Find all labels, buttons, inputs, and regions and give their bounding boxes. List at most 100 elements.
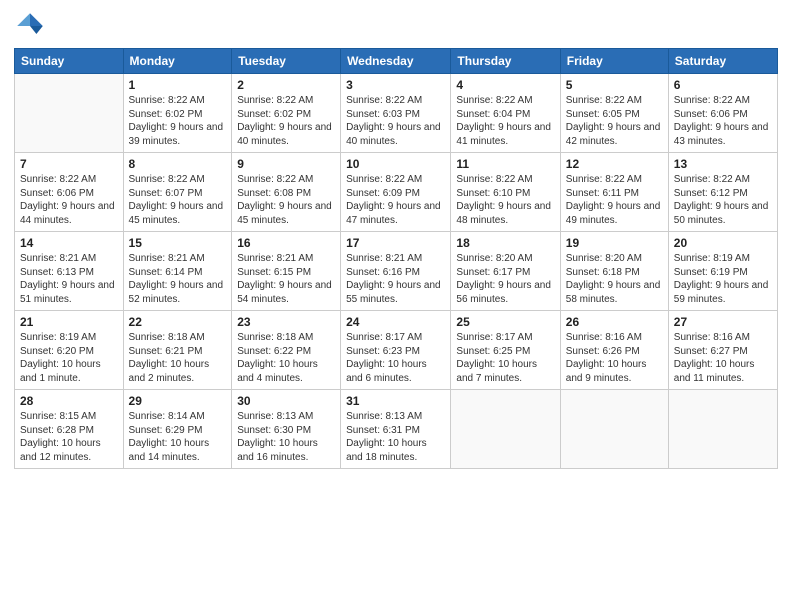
header	[14, 10, 778, 42]
calendar-cell: 10 Sunrise: 8:22 AMSunset: 6:09 PMDayligh…	[341, 153, 451, 232]
day-info: Sunrise: 8:17 AMSunset: 6:23 PMDaylight:…	[346, 331, 445, 385]
day-number: 8	[129, 157, 227, 171]
calendar-cell: 24 Sunrise: 8:17 AMSunset: 6:23 PMDayligh…	[341, 311, 451, 390]
day-number: 5	[566, 78, 663, 92]
header-row: SundayMondayTuesdayWednesdayThursdayFrid…	[15, 49, 778, 74]
day-info: Sunrise: 8:22 AMSunset: 6:04 PMDaylight:…	[456, 94, 554, 148]
calendar-week-row: 28Sunrise: 8:15 AMSunset: 6:28 PMDayligh…	[15, 390, 778, 469]
calendar-cell: 16 Sunrise: 8:21 AMSunset: 6:15 PMDayligh…	[232, 232, 341, 311]
calendar-cell: 19 Sunrise: 8:20 AMSunset: 6:18 PMDayligh…	[560, 232, 668, 311]
day-number: 9	[237, 157, 335, 171]
day-info: Sunrise: 8:22 AMSunset: 6:08 PMDaylight:…	[237, 173, 335, 227]
day-number: 14	[20, 236, 118, 250]
day-number: 24	[346, 315, 445, 329]
day-number: 28	[20, 394, 118, 408]
day-header: Tuesday	[232, 49, 341, 74]
calendar-cell: 7Sunrise: 8:22 AMSunset: 6:06 PMDaylight…	[15, 153, 124, 232]
page: SundayMondayTuesdayWednesdayThursdayFrid…	[0, 0, 792, 612]
day-number: 13	[674, 157, 772, 171]
calendar-cell: 29 Sunrise: 8:14 AMSunset: 6:29 PMDayligh…	[123, 390, 232, 469]
day-number: 23	[237, 315, 335, 329]
day-number: 17	[346, 236, 445, 250]
logo	[14, 10, 50, 42]
calendar-cell: 18Sunrise: 8:20 AMSunset: 6:17 PMDayligh…	[451, 232, 560, 311]
calendar-cell	[560, 390, 668, 469]
day-info: Sunrise: 8:17 AMSunset: 6:25 PMDaylight:…	[456, 331, 554, 385]
day-number: 26	[566, 315, 663, 329]
calendar-cell: 25 Sunrise: 8:17 AMSunset: 6:25 PMDayligh…	[451, 311, 560, 390]
day-info: Sunrise: 8:21 AMSunset: 6:13 PMDaylight:…	[20, 252, 118, 306]
day-info: Sunrise: 8:20 AMSunset: 6:18 PMDaylight:…	[566, 252, 663, 306]
calendar-cell: 4 Sunrise: 8:22 AMSunset: 6:04 PMDaylight…	[451, 74, 560, 153]
day-number: 27	[674, 315, 772, 329]
day-info: Sunrise: 8:13 AMSunset: 6:31 PMDaylight:…	[346, 410, 445, 464]
calendar-cell: 22 Sunrise: 8:18 AMSunset: 6:21 PMDayligh…	[123, 311, 232, 390]
day-info: Sunrise: 8:22 AMSunset: 6:02 PMDaylight:…	[129, 94, 227, 148]
day-info: Sunrise: 8:18 AMSunset: 6:21 PMDaylight:…	[129, 331, 227, 385]
calendar-cell: 1Sunrise: 8:22 AMSunset: 6:02 PMDaylight…	[123, 74, 232, 153]
day-info: Sunrise: 8:16 AMSunset: 6:26 PMDaylight:…	[566, 331, 663, 385]
day-number: 25	[456, 315, 554, 329]
calendar-cell: 23 Sunrise: 8:18 AMSunset: 6:22 PMDayligh…	[232, 311, 341, 390]
day-number: 19	[566, 236, 663, 250]
day-number: 2	[237, 78, 335, 92]
calendar-cell: 27Sunrise: 8:16 AMSunset: 6:27 PMDayligh…	[668, 311, 777, 390]
day-info: Sunrise: 8:20 AMSunset: 6:17 PMDaylight:…	[456, 252, 554, 306]
day-header: Thursday	[451, 49, 560, 74]
calendar-cell	[668, 390, 777, 469]
calendar-cell: 3Sunrise: 8:22 AMSunset: 6:03 PMDaylight…	[341, 74, 451, 153]
calendar-cell: 21 Sunrise: 8:19 AMSunset: 6:20 PMDayligh…	[15, 311, 124, 390]
calendar-cell: 26 Sunrise: 8:16 AMSunset: 6:26 PMDayligh…	[560, 311, 668, 390]
logo-icon	[14, 10, 46, 42]
calendar-cell: 11 Sunrise: 8:22 AMSunset: 6:10 PMDayligh…	[451, 153, 560, 232]
day-number: 11	[456, 157, 554, 171]
day-info: Sunrise: 8:22 AMSunset: 6:12 PMDaylight:…	[674, 173, 772, 227]
day-number: 10	[346, 157, 445, 171]
day-number: 15	[129, 236, 227, 250]
calendar-cell: 6Sunrise: 8:22 AMSunset: 6:06 PMDaylight…	[668, 74, 777, 153]
calendar-cell: 9 Sunrise: 8:22 AMSunset: 6:08 PMDaylight…	[232, 153, 341, 232]
calendar-week-row: 14 Sunrise: 8:21 AMSunset: 6:13 PMDayligh…	[15, 232, 778, 311]
day-info: Sunrise: 8:21 AMSunset: 6:16 PMDaylight:…	[346, 252, 445, 306]
calendar-cell	[15, 74, 124, 153]
day-info: Sunrise: 8:19 AMSunset: 6:19 PMDaylight:…	[674, 252, 772, 306]
day-number: 31	[346, 394, 445, 408]
day-header: Sunday	[15, 49, 124, 74]
day-number: 21	[20, 315, 118, 329]
day-info: Sunrise: 8:22 AMSunset: 6:10 PMDaylight:…	[456, 173, 554, 227]
day-info: Sunrise: 8:22 AMSunset: 6:06 PMDaylight:…	[20, 173, 118, 227]
day-number: 29	[129, 394, 227, 408]
calendar-cell: 17 Sunrise: 8:21 AMSunset: 6:16 PMDayligh…	[341, 232, 451, 311]
day-info: Sunrise: 8:22 AMSunset: 6:03 PMDaylight:…	[346, 94, 445, 148]
day-header: Monday	[123, 49, 232, 74]
day-header: Wednesday	[341, 49, 451, 74]
calendar-cell: 15 Sunrise: 8:21 AMSunset: 6:14 PMDayligh…	[123, 232, 232, 311]
calendar-table: SundayMondayTuesdayWednesdayThursdayFrid…	[14, 48, 778, 469]
day-info: Sunrise: 8:22 AMSunset: 6:09 PMDaylight:…	[346, 173, 445, 227]
calendar-cell: 30 Sunrise: 8:13 AMSunset: 6:30 PMDayligh…	[232, 390, 341, 469]
day-info: Sunrise: 8:22 AMSunset: 6:02 PMDaylight:…	[237, 94, 335, 148]
day-info: Sunrise: 8:19 AMSunset: 6:20 PMDaylight:…	[20, 331, 118, 385]
calendar-week-row: 7Sunrise: 8:22 AMSunset: 6:06 PMDaylight…	[15, 153, 778, 232]
day-number: 4	[456, 78, 554, 92]
day-number: 20	[674, 236, 772, 250]
day-info: Sunrise: 8:18 AMSunset: 6:22 PMDaylight:…	[237, 331, 335, 385]
day-info: Sunrise: 8:21 AMSunset: 6:14 PMDaylight:…	[129, 252, 227, 306]
calendar-week-row: 1Sunrise: 8:22 AMSunset: 6:02 PMDaylight…	[15, 74, 778, 153]
day-info: Sunrise: 8:14 AMSunset: 6:29 PMDaylight:…	[129, 410, 227, 464]
day-number: 22	[129, 315, 227, 329]
day-number: 6	[674, 78, 772, 92]
calendar-cell: 28Sunrise: 8:15 AMSunset: 6:28 PMDayligh…	[15, 390, 124, 469]
calendar-cell: 20 Sunrise: 8:19 AMSunset: 6:19 PMDayligh…	[668, 232, 777, 311]
day-info: Sunrise: 8:22 AMSunset: 6:11 PMDaylight:…	[566, 173, 663, 227]
day-header: Friday	[560, 49, 668, 74]
calendar-cell: 5 Sunrise: 8:22 AMSunset: 6:05 PMDaylight…	[560, 74, 668, 153]
day-number: 12	[566, 157, 663, 171]
calendar-week-row: 21 Sunrise: 8:19 AMSunset: 6:20 PMDayligh…	[15, 311, 778, 390]
day-info: Sunrise: 8:22 AMSunset: 6:05 PMDaylight:…	[566, 94, 663, 148]
day-number: 16	[237, 236, 335, 250]
day-number: 30	[237, 394, 335, 408]
day-info: Sunrise: 8:13 AMSunset: 6:30 PMDaylight:…	[237, 410, 335, 464]
calendar-cell: 31 Sunrise: 8:13 AMSunset: 6:31 PMDayligh…	[341, 390, 451, 469]
day-info: Sunrise: 8:21 AMSunset: 6:15 PMDaylight:…	[237, 252, 335, 306]
